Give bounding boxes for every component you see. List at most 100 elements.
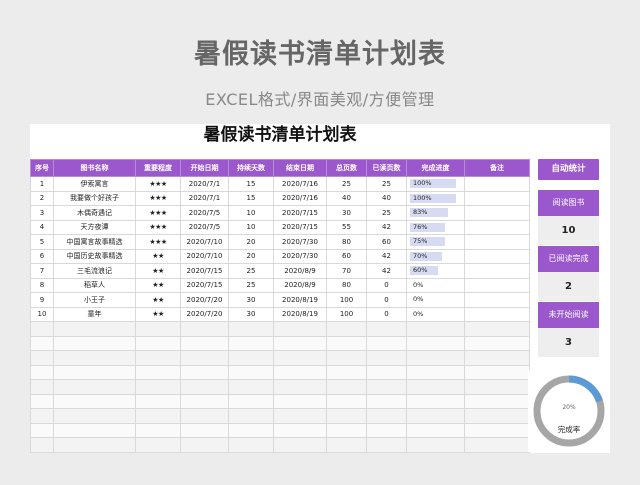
cell-start-date[interactable]: 2020/7/15	[180, 277, 229, 293]
cell-note[interactable]	[464, 292, 530, 308]
cell-no[interactable]: 3	[30, 205, 54, 221]
empty-cell[interactable]	[180, 350, 229, 366]
empty-cell[interactable]	[366, 437, 407, 453]
cell-days[interactable]: 15	[228, 176, 274, 192]
cell-progress[interactable]: 0%	[406, 306, 465, 322]
empty-cell[interactable]	[135, 379, 181, 395]
cell-start-date[interactable]: 2020/7/20	[180, 306, 229, 322]
empty-cell[interactable]	[464, 451, 530, 453]
empty-cell[interactable]	[30, 408, 54, 424]
empty-cell[interactable]	[30, 422, 54, 438]
empty-cell[interactable]	[406, 364, 465, 380]
empty-cell[interactable]	[273, 321, 327, 337]
empty-cell[interactable]	[135, 321, 181, 337]
empty-cell[interactable]	[366, 335, 407, 351]
cell-total-pages[interactable]: 25	[326, 176, 367, 192]
cell-days[interactable]: 15	[228, 190, 274, 206]
cell-total-pages[interactable]: 30	[326, 205, 367, 221]
stat-books-value[interactable]: 10	[538, 216, 599, 245]
cell-progress[interactable]: 0%	[406, 292, 465, 308]
empty-cell[interactable]	[53, 451, 136, 453]
empty-cell[interactable]	[228, 408, 274, 424]
col-header-total-pages[interactable]: 总页数	[326, 159, 367, 177]
cell-total-pages[interactable]: 100	[326, 292, 367, 308]
cell-start-date[interactable]: 2020/7/15	[180, 263, 229, 279]
empty-cell[interactable]	[30, 451, 54, 453]
empty-cell[interactable]	[464, 408, 530, 424]
cell-no[interactable]: 10	[30, 306, 54, 322]
cell-name[interactable]: 小王子	[53, 292, 136, 308]
empty-cell[interactable]	[180, 437, 229, 453]
empty-cell[interactable]	[30, 335, 54, 351]
cell-days[interactable]: 20	[228, 234, 274, 250]
cell-read-pages[interactable]: 42	[366, 248, 407, 264]
cell-days[interactable]: 20	[228, 248, 274, 264]
empty-cell[interactable]	[406, 393, 465, 409]
cell-note[interactable]	[464, 205, 530, 221]
cell-end-date[interactable]: 2020/7/30	[273, 234, 327, 250]
empty-cell[interactable]	[366, 350, 407, 366]
empty-cell[interactable]	[228, 379, 274, 395]
empty-cell[interactable]	[135, 335, 181, 351]
empty-cell[interactable]	[180, 408, 229, 424]
cell-progress[interactable]: 100%	[406, 190, 465, 206]
empty-cell[interactable]	[406, 350, 465, 366]
empty-cell[interactable]	[273, 335, 327, 351]
empty-cell[interactable]	[366, 364, 407, 380]
cell-importance[interactable]: ★★★	[135, 219, 181, 235]
empty-cell[interactable]	[135, 393, 181, 409]
cell-importance[interactable]: ★★★	[135, 176, 181, 192]
empty-cell[interactable]	[326, 364, 367, 380]
col-header-name[interactable]: 图书名称	[53, 159, 136, 177]
cell-note[interactable]	[464, 219, 530, 235]
cell-importance[interactable]: ★★	[135, 248, 181, 264]
empty-cell[interactable]	[135, 437, 181, 453]
empty-cell[interactable]	[180, 422, 229, 438]
cell-end-date[interactable]: 2020/8/19	[273, 292, 327, 308]
cell-name[interactable]: 童年	[53, 306, 136, 322]
empty-cell[interactable]	[366, 408, 407, 424]
empty-cell[interactable]	[228, 437, 274, 453]
empty-cell[interactable]	[326, 335, 367, 351]
cell-progress[interactable]: 0%	[406, 277, 465, 293]
empty-cell[interactable]	[406, 335, 465, 351]
empty-cell[interactable]	[30, 437, 54, 453]
empty-cell[interactable]	[366, 321, 407, 337]
empty-cell[interactable]	[53, 350, 136, 366]
empty-cell[interactable]	[228, 335, 274, 351]
empty-cell[interactable]	[406, 379, 465, 395]
cell-read-pages[interactable]: 0	[366, 306, 407, 322]
empty-cell[interactable]	[406, 422, 465, 438]
empty-cell[interactable]	[326, 321, 367, 337]
empty-cell[interactable]	[228, 393, 274, 409]
empty-cell[interactable]	[406, 321, 465, 337]
cell-name[interactable]: 中国寓言故事精选	[53, 234, 136, 250]
empty-cell[interactable]	[228, 364, 274, 380]
cell-importance[interactable]: ★★	[135, 277, 181, 293]
cell-progress[interactable]: 100%	[406, 176, 465, 192]
cell-read-pages[interactable]: 0	[366, 277, 407, 293]
cell-no[interactable]: 5	[30, 234, 54, 250]
empty-cell[interactable]	[273, 408, 327, 424]
cell-total-pages[interactable]: 100	[326, 306, 367, 322]
cell-start-date[interactable]: 2020/7/1	[180, 190, 229, 206]
col-header-progress[interactable]: 完成进度	[406, 159, 465, 177]
empty-cell[interactable]	[366, 393, 407, 409]
cell-progress[interactable]: 76%	[406, 219, 465, 235]
cell-no[interactable]: 2	[30, 190, 54, 206]
empty-cell[interactable]	[30, 321, 54, 337]
empty-cell[interactable]	[30, 350, 54, 366]
cell-end-date[interactable]: 2020/7/16	[273, 176, 327, 192]
cell-name[interactable]: 三毛流浪记	[53, 263, 136, 279]
empty-cell[interactable]	[135, 451, 181, 453]
empty-cell[interactable]	[228, 321, 274, 337]
cell-importance[interactable]: ★★★	[135, 205, 181, 221]
cell-start-date[interactable]: 2020/7/10	[180, 234, 229, 250]
cell-progress[interactable]: 60%	[406, 263, 465, 279]
cell-note[interactable]	[464, 248, 530, 264]
empty-cell[interactable]	[273, 437, 327, 453]
empty-cell[interactable]	[180, 451, 229, 453]
empty-cell[interactable]	[464, 364, 530, 380]
empty-cell[interactable]	[406, 437, 465, 453]
cell-no[interactable]: 8	[30, 277, 54, 293]
